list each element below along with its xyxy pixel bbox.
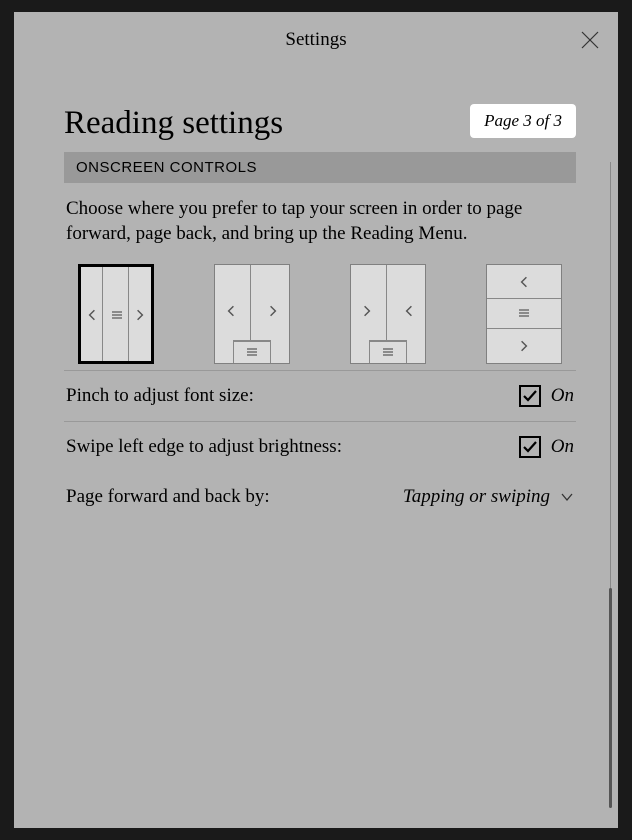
toggle-state: On xyxy=(551,385,574,407)
menu-icon xyxy=(382,346,394,358)
modal-header: Settings xyxy=(14,12,618,68)
heading-row: Reading settings Page 3 of 3 xyxy=(64,104,576,142)
section-description: Choose where you prefer to tap your scre… xyxy=(64,197,576,246)
setting-swipe: Swipe left edge to adjust brightness: On xyxy=(64,421,576,472)
setting-label: Page forward and back by: xyxy=(66,486,270,508)
chevron-left-icon xyxy=(86,309,98,321)
page-indicator: Page 3 of 3 xyxy=(470,104,576,138)
chevron-right-icon xyxy=(518,340,530,352)
setting-pinch: Pinch to adjust font size: On xyxy=(64,370,576,421)
close-button[interactable] xyxy=(580,30,600,50)
layout-options xyxy=(64,264,576,364)
select-value: Tapping or swiping xyxy=(403,486,550,508)
checkbox-icon xyxy=(519,385,541,407)
section-header: ONSCREEN CONTROLS xyxy=(64,152,576,183)
layout-option-2[interactable] xyxy=(214,264,290,364)
layout-option-4[interactable] xyxy=(486,264,562,364)
page-title: Reading settings xyxy=(64,105,283,142)
layout-option-1[interactable] xyxy=(78,264,154,364)
setting-label: Pinch to adjust font size: xyxy=(66,385,254,407)
chevron-left-icon xyxy=(518,276,530,288)
scrollbar-thumb[interactable] xyxy=(609,588,612,808)
menu-icon xyxy=(246,346,258,358)
setting-label: Swipe left edge to adjust brightness: xyxy=(66,436,342,458)
chevron-right-icon xyxy=(361,305,373,317)
toggle-state: On xyxy=(551,436,574,458)
close-icon xyxy=(580,30,600,50)
content-area: Reading settings Page 3 of 3 ONSCREEN CO… xyxy=(14,68,618,828)
menu-icon xyxy=(518,307,530,319)
menu-icon xyxy=(111,309,123,321)
toggle-pinch[interactable]: On xyxy=(519,385,574,407)
checkbox-icon xyxy=(519,436,541,458)
layout-option-3[interactable] xyxy=(350,264,426,364)
modal-title: Settings xyxy=(285,29,346,51)
settings-modal: Settings Reading settings Page 3 of 3 ON… xyxy=(14,12,618,828)
scrollbar[interactable] xyxy=(609,162,612,808)
setting-page-forward: Page forward and back by: Tapping or swi… xyxy=(64,472,576,522)
chevron-left-icon xyxy=(403,305,415,317)
page-forward-select[interactable]: Tapping or swiping xyxy=(403,486,574,508)
toggle-swipe[interactable]: On xyxy=(519,436,574,458)
chevron-right-icon xyxy=(134,309,146,321)
chevron-right-icon xyxy=(267,305,279,317)
chevron-down-icon xyxy=(560,490,574,504)
chevron-left-icon xyxy=(225,305,237,317)
